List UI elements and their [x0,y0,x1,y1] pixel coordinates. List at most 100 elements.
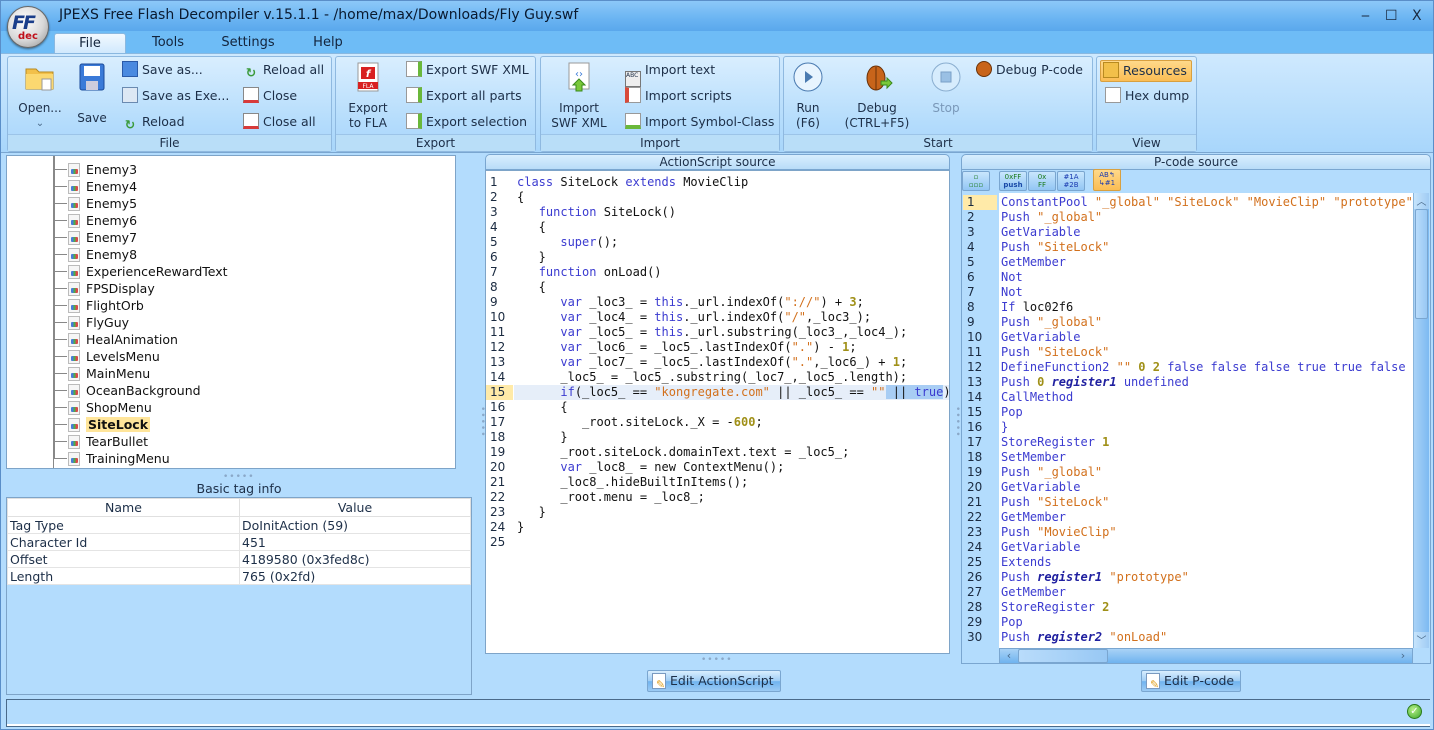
code-line[interactable]: } [1001,420,1008,435]
code-line[interactable]: Push register1 "prototype" [1001,570,1189,585]
stop-button[interactable]: Stop [926,61,966,116]
code-line[interactable]: function SiteLock() [517,205,676,220]
tree-item[interactable]: TearBullet [68,433,148,450]
tree-item[interactable]: ExperienceRewardText [68,263,228,280]
code-line[interactable]: GetVariable [1001,480,1080,495]
tree-item[interactable]: OceanBackground [68,382,201,399]
hex-push-button[interactable]: 0xFF push [999,171,1027,191]
code-line[interactable]: { [517,400,567,415]
tab-tools[interactable]: Tools [141,33,195,54]
edit-pcode-button[interactable]: ✎ Edit P-code [1141,670,1242,692]
resource-tree[interactable]: Enemy3 Enemy4 Enemy5 Enemy6 Enemy7 Enemy8 Expe… [6,155,456,469]
scroll-right-button[interactable]: › [1394,649,1412,663]
code-line[interactable]: GetMember [1001,510,1066,525]
code-line[interactable]: GetMember [1001,585,1066,600]
code-line[interactable]: Push "SiteLock" [1001,495,1109,510]
deobfuscate-button[interactable]: AB↰ ↳#1 [1093,169,1121,191]
code-line[interactable]: GetMember [1001,255,1066,270]
close-file-button[interactable]: Close [243,87,297,105]
code-line[interactable]: If loc02f6 [1001,300,1073,315]
save-as-exe-button[interactable]: Save as Exe... [122,87,229,105]
code-line[interactable]: Push "SiteLock" [1001,240,1109,255]
tree-item[interactable]: Enemy3 [68,161,137,178]
code-line[interactable]: var _loc8_ = new ContextMenu(); [517,460,784,475]
code-line[interactable]: function onLoad() [517,265,662,280]
code-line[interactable]: var _loc3_ = this._url.indexOf("://") + … [517,295,864,310]
code-line[interactable]: _loc8_.hideBuiltInItems(); [517,475,748,490]
code-line[interactable]: StoreRegister 2 [1001,600,1109,615]
code-line[interactable]: _loc5_ = _loc5_.substring(_loc7_,_loc5_.… [517,370,907,385]
pcode-editor[interactable]: 1 ConstantPool "_global" "SiteLock" "Movi… [963,193,1413,648]
tree-item[interactable]: Enemy6 [68,212,137,229]
export-swf-xml-button[interactable]: Export SWF XML [406,61,529,79]
column-header-value[interactable]: Value [239,498,471,517]
code-line[interactable]: _root.menu = _loc8_; [517,490,705,505]
code-line[interactable]: _root.siteLock._X = -600; [517,415,763,430]
scroll-thumb[interactable] [1415,209,1428,319]
resolve-constants-button[interactable]: #1A #2B [1057,171,1085,191]
close-button[interactable]: X [1412,8,1422,24]
tree-item[interactable]: Enemy8 [68,246,137,263]
code-line[interactable]: } [517,505,546,520]
tree-item[interactable]: ShopMenu [68,399,152,416]
code-line[interactable]: { [517,280,546,295]
tree-item[interactable]: SiteLock [68,416,151,433]
code-line[interactable]: var _loc4_ = this._url.indexOf("/",_loc3… [517,310,871,325]
open-button[interactable]: Open... ⌄ [12,61,68,131]
code-line[interactable]: { [517,220,546,235]
tab-help[interactable]: Help [305,33,351,54]
import-text-button[interactable]: ABC Import text [625,61,715,87]
debug-pcode-button[interactable]: Debug P-code [976,61,1083,79]
import-symbol-class-button[interactable]: Import Symbol-Class [625,113,774,131]
code-line[interactable]: var _loc6_ = _loc5_.lastIndexOf(".") - 1… [517,340,856,355]
code-line[interactable]: Push "MovieClip" [1001,525,1117,540]
code-line[interactable]: StoreRegister 1 [1001,435,1109,450]
code-line[interactable]: ConstantPool "_global" "SiteLock" "Movie… [1001,195,1413,210]
splitter-handle[interactable]: ••••• [477,406,487,438]
code-line[interactable]: super(); [517,235,618,250]
code-line[interactable]: _root.siteLock.domainText.text = _loc5_; [517,445,849,460]
import-scripts-button[interactable]: Import scripts [625,87,732,105]
export-selection-button[interactable]: Export selection [406,113,527,131]
code-line[interactable]: GetVariable [1001,225,1080,240]
resources-button[interactable]: Resources [1100,60,1192,82]
reload-button[interactable]: ↻ Reload [122,113,185,132]
edit-actionscript-button[interactable]: ✎ Edit ActionScript [647,670,781,692]
code-line[interactable]: Not [1001,270,1023,285]
import-swf-xml-button[interactable]: ‹› Import SWF XML [545,61,613,131]
export-all-parts-button[interactable]: Export all parts [406,87,522,105]
code-line[interactable]: Pop [1001,405,1023,420]
tree-item[interactable]: Enemy5 [68,195,137,212]
ffdec-logo-icon[interactable]: FF dec [7,6,49,48]
tree-item[interactable]: LevelsMenu [68,348,160,365]
code-line[interactable]: } [517,250,546,265]
code-line[interactable]: Extends [1001,555,1052,570]
code-line[interactable]: var _loc7_ = _loc5_.lastIndexOf(".",_loc… [517,355,907,370]
pcode-hscrollbar[interactable]: ‹ › [999,648,1413,664]
actionscript-editor[interactable]: 1 class SiteLock extends MovieClip 2 {3 fun… [485,170,950,654]
minimize-button[interactable]: ‒ [1361,8,1370,24]
tab-file[interactable]: File [54,33,126,54]
maximize-button[interactable]: ☐ [1385,8,1398,24]
code-line[interactable]: } [517,520,524,535]
code-line[interactable]: if(_loc5_ == "kongregate.com" || _loc5_ … [517,385,949,400]
tree-item[interactable]: HealAnimation [68,331,178,348]
save-button[interactable]: Save [72,61,112,126]
code-line[interactable]: Not [1001,285,1023,300]
code-line[interactable]: Push 0 register1 undefined [1001,375,1189,390]
table-row[interactable]: Character Id 451 [7,533,471,551]
tree-item[interactable]: Enemy7 [68,229,137,246]
code-line[interactable]: DefineFunction2 "" 0 2 false false false… [1001,360,1413,375]
code-line[interactable]: Push "SiteLock" [1001,345,1109,360]
debug-button[interactable]: Debug (CTRL+F5) [840,61,914,131]
code-line[interactable]: Push "_global" [1001,315,1102,330]
save-as-button[interactable]: Save as... [122,61,203,79]
tree-item[interactable]: Enemy4 [68,178,137,195]
table-row[interactable]: Tag Type DoInitAction (59) [7,516,471,534]
tree-item[interactable]: FlightOrb [68,297,144,314]
graph-view-button[interactable]: ▫ ▫▫▫ [962,171,990,191]
code-line[interactable]: Pop [1001,615,1023,630]
tab-settings[interactable]: Settings [213,33,283,54]
code-line[interactable]: SetMember [1001,450,1066,465]
code-line[interactable]: { [517,190,524,205]
